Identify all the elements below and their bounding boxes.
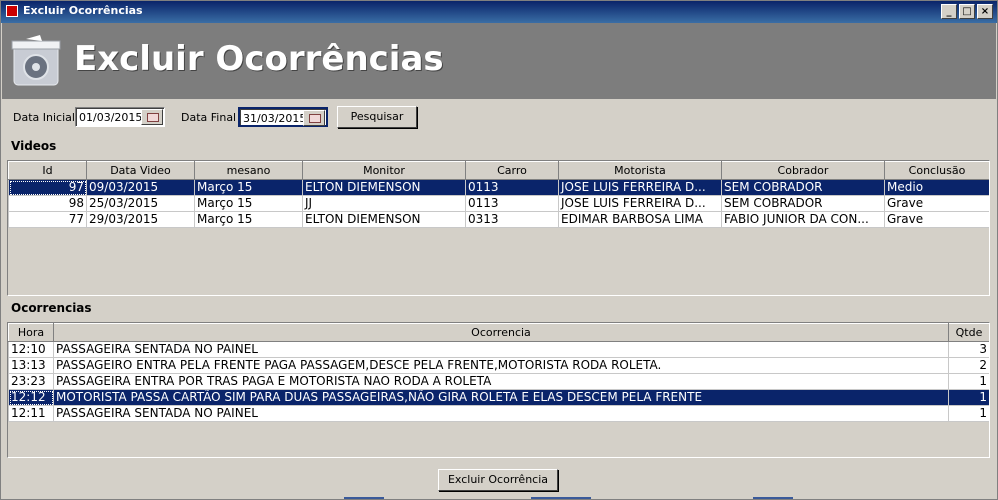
- table-cell-id: 97: [8, 179, 87, 196]
- table-row[interactable]: 12:11 PASSAGEIRA SENTADA NO PAINEL 1: [8, 405, 989, 422]
- table-cell-mesano: Março 15: [194, 195, 303, 212]
- end-date-label: Data Final: [181, 111, 237, 124]
- videos-column-header[interactable]: Id: [8, 161, 87, 180]
- table-cell-monitor: ELTON DIEMENSON: [302, 179, 466, 196]
- videos-column-header[interactable]: Data Video: [86, 161, 195, 180]
- window-title: Excluir Ocorrências: [23, 4, 143, 17]
- videos-column-header[interactable]: Carro: [465, 161, 559, 180]
- table-row[interactable]: 97 09/03/2015 Março 15 ELTON DIEMENSON 0113 J…: [8, 179, 989, 196]
- table-cell-conclusao: Grave: [884, 211, 989, 228]
- java-app-icon: [6, 5, 18, 17]
- table-row[interactable]: 77 29/03/2015 Março 15 ELTON DIEMENSON 0313 E…: [8, 211, 989, 228]
- table-cell-hora: 12:11: [8, 405, 54, 422]
- videos-table: Id Data Video mesano Monitor Carro Motorista C…: [8, 161, 989, 228]
- table-row[interactable]: 23:23 PASSAGEIRA ENTRA POR TRAS PAGA E MO…: [8, 373, 989, 390]
- calendar-icon[interactable]: [303, 110, 325, 126]
- table-cell-mesano: Março 15: [194, 211, 303, 228]
- table-row[interactable]: 98 25/03/2015 Março 15 JJ 0113 JOSE LUIS FERR…: [8, 195, 989, 212]
- table-cell-hora: 23:23: [8, 373, 54, 390]
- taskbar-fragment: [531, 497, 591, 499]
- table-cell-ocorrencia: MOTORISTA PASSA CARTÃO SIM PARA DUAS PAS…: [53, 389, 949, 406]
- table-cell-motorista: EDIMAR BARBOSA LIMA: [558, 211, 722, 228]
- table-cell-ocorrencia: PASSAGEIRA SENTADA NO PAINEL: [53, 341, 949, 358]
- videos-column-header[interactable]: Motorista: [558, 161, 722, 180]
- table-cell-conclusao: Grave: [884, 195, 989, 212]
- table-cell-qtde: 3: [948, 341, 989, 358]
- table-cell-ocorrencia: PASSAGEIRO ENTRA PELA FRENTE PAGA PASSAG…: [53, 357, 949, 374]
- table-cell-hora: 13:13: [8, 357, 54, 374]
- main-window: Excluir Ocorrências _ □ × Excluir Ocorrê…: [0, 0, 998, 500]
- trash-disc-icon: [11, 35, 61, 86]
- table-cell-id: 98: [8, 195, 87, 212]
- ocorrencias-section-label: Ocorrencias: [11, 301, 92, 315]
- table-cell-data: 09/03/2015: [86, 179, 195, 196]
- table-cell-cobrador: FABIO JUNIOR DA CON...: [721, 211, 885, 228]
- close-button[interactable]: ×: [977, 4, 993, 19]
- table-cell-qtde: 2: [948, 357, 989, 374]
- table-cell-id: 77: [8, 211, 87, 228]
- table-cell-monitor: ELTON DIEMENSON: [302, 211, 466, 228]
- calendar-icon[interactable]: [141, 109, 163, 125]
- end-date-value: 31/03/2015: [243, 112, 307, 125]
- search-button[interactable]: Pesquisar: [337, 106, 417, 128]
- table-cell-data: 25/03/2015: [86, 195, 195, 212]
- ocorrencias-column-header[interactable]: Ocorrencia: [53, 323, 949, 342]
- table-cell-motorista: JOSE LUIS FERREIRA D...: [558, 195, 722, 212]
- taskbar-fragment: [344, 497, 384, 499]
- table-cell-cobrador: SEM COBRADOR: [721, 195, 885, 212]
- videos-column-header[interactable]: mesano: [194, 161, 303, 180]
- table-cell-data: 29/03/2015: [86, 211, 195, 228]
- table-row[interactable]: 12:12 MOTORISTA PASSA CARTÃO SIM PARA DUA…: [8, 389, 989, 406]
- title-bar[interactable]: Excluir Ocorrências _ □ ×: [1, 1, 997, 23]
- table-cell-qtde: 1: [948, 373, 989, 390]
- table-cell-hora: 12:10: [8, 341, 54, 358]
- videos-section-label: Videos: [11, 139, 57, 153]
- maximize-button[interactable]: □: [959, 4, 975, 19]
- table-cell-monitor: JJ: [302, 195, 466, 212]
- table-cell-carro: 0313: [465, 211, 559, 228]
- table-cell-ocorrencia: PASSAGEIRA ENTRA POR TRAS PAGA E MOTORIS…: [53, 373, 949, 390]
- ocorrencias-column-header[interactable]: Qtde: [948, 323, 989, 342]
- table-cell-carro: 0113: [465, 195, 559, 212]
- table-row[interactable]: 13:13 PASSAGEIRO ENTRA PELA FRENTE PAGA P…: [8, 357, 989, 374]
- ocorrencias-column-header[interactable]: Hora: [8, 323, 54, 342]
- table-cell-ocorrencia: PASSAGEIRA SENTADA NO PAINEL: [53, 405, 949, 422]
- end-date-field[interactable]: 31/03/2015: [238, 107, 328, 127]
- videos-table-container[interactable]: Id Data Video mesano Monitor Carro Motorista C…: [7, 160, 990, 296]
- table-cell-hora: 12:12: [8, 389, 54, 406]
- table-cell-conclusao: Medio: [884, 179, 989, 196]
- table-cell-mesano: Março 15: [194, 179, 303, 196]
- table-cell-carro: 0113: [465, 179, 559, 196]
- table-cell-motorista: JOSE LUIS FERREIRA D...: [558, 179, 722, 196]
- table-cell-cobrador: SEM COBRADOR: [721, 179, 885, 196]
- page-title: Excluir Ocorrências: [74, 39, 444, 79]
- ocorrencias-table: Hora Ocorrencia Qtde 12:10 PASSAGEIRA SENTA…: [8, 323, 989, 422]
- table-cell-qtde: 1: [948, 389, 989, 406]
- ocorrencias-table-container[interactable]: Hora Ocorrencia Qtde 12:10 PASSAGEIRA SENTA…: [7, 322, 990, 458]
- start-date-field[interactable]: 01/03/2015: [75, 107, 165, 127]
- taskbar-fragment: [753, 497, 793, 499]
- videos-column-header[interactable]: Monitor: [302, 161, 466, 180]
- start-date-label: Data Inicial: [13, 111, 75, 124]
- videos-column-header[interactable]: Conclusão: [884, 161, 989, 180]
- table-row[interactable]: 12:10 PASSAGEIRA SENTADA NO PAINEL 3: [8, 341, 989, 358]
- page-header: Excluir Ocorrências: [2, 23, 996, 99]
- videos-column-header[interactable]: Cobrador: [721, 161, 885, 180]
- delete-occurrence-button[interactable]: Excluir Ocorrência: [438, 469, 558, 491]
- minimize-button[interactable]: _: [941, 4, 957, 19]
- start-date-value: 01/03/2015: [79, 111, 143, 124]
- table-cell-qtde: 1: [948, 405, 989, 422]
